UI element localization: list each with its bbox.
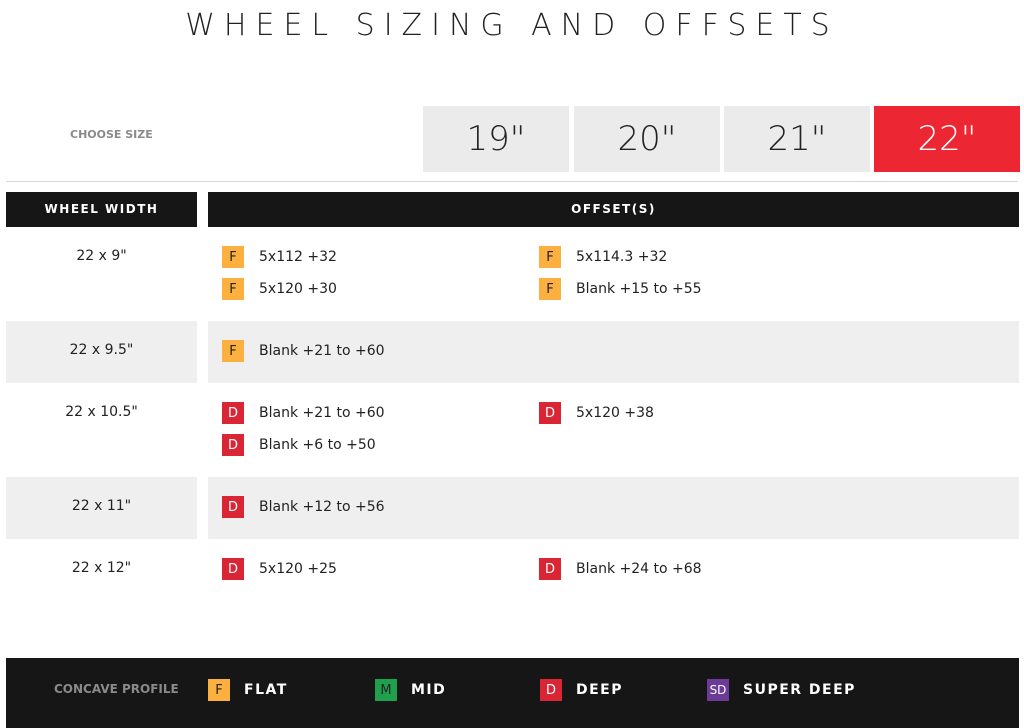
offset-item: D Blank +21 to +60 [222, 402, 385, 424]
table-row: 22 x 12" D 5x120 +25 D Blank +24 to +68 [0, 539, 1024, 601]
legend-super-deep: SD SUPER DEEP [707, 679, 856, 701]
mid-badge: M [375, 679, 397, 701]
deep-badge: D [222, 434, 244, 456]
size-button-19[interactable]: 19" [423, 106, 569, 172]
concave-profile-label: CONCAVE PROFILE [54, 682, 179, 696]
legend-flat: F FLAT [208, 679, 288, 701]
deep-badge: D [222, 558, 244, 580]
offset-value: Blank +21 to +60 [259, 405, 385, 421]
super-deep-badge: SD [707, 679, 729, 701]
choose-size-label: CHOOSE SIZE [70, 128, 153, 141]
flat-badge: F [539, 278, 561, 300]
table-row: 22 x 9" F 5x112 +32 F 5x114.3 +32 F 5x12… [0, 227, 1024, 321]
deep-badge: D [222, 496, 244, 518]
legend-mid: M MID [375, 679, 446, 701]
offset-item: D Blank +12 to +56 [222, 496, 385, 518]
deep-badge: D [222, 402, 244, 424]
offset-value: Blank +12 to +56 [259, 499, 385, 515]
table-row: 22 x 10.5" D Blank +21 to +60 D 5x120 +3… [0, 383, 1024, 477]
legend-deep: D DEEP [540, 679, 623, 701]
offset-value: 5x114.3 +32 [576, 249, 668, 265]
size-selector: CHOOSE SIZE 19" 20" 21" 22" [0, 106, 1024, 172]
table-row: 22 x 9.5" F Blank +21 to +60 [0, 321, 1024, 383]
offset-value: Blank +24 to +68 [576, 561, 702, 577]
offset-value: 5x112 +32 [259, 249, 337, 265]
concave-profile-legend: CONCAVE PROFILE F FLAT M MID D DEEP SD S… [6, 658, 1019, 728]
legend-flat-label: FLAT [244, 682, 288, 698]
offset-value: Blank +21 to +60 [259, 343, 385, 359]
size-button-21[interactable]: 21" [724, 106, 870, 172]
flat-badge: F [208, 679, 230, 701]
offset-value: Blank +15 to +55 [576, 281, 702, 297]
offset-item: F Blank +15 to +55 [539, 278, 702, 300]
page-title: WHEEL SIZING AND OFFSETS [185, 8, 839, 43]
legend-super-deep-label: SUPER DEEP [743, 682, 856, 698]
offset-value: 5x120 +30 [259, 281, 337, 297]
offset-item: D 5x120 +25 [222, 558, 337, 580]
offset-value: Blank +6 to +50 [259, 437, 376, 453]
wheel-width-cell: 22 x 10.5" [65, 404, 138, 420]
deep-badge: D [539, 558, 561, 580]
table-row: 22 x 11" D Blank +12 to +56 [0, 477, 1024, 539]
offset-item: D 5x120 +38 [539, 402, 654, 424]
size-button-22[interactable]: 22" [874, 106, 1020, 172]
offset-item: F Blank +21 to +60 [222, 340, 385, 362]
wheel-width-cell: 22 x 9.5" [69, 342, 134, 358]
legend-deep-label: DEEP [576, 682, 624, 698]
deep-badge: D [540, 679, 562, 701]
offset-item: F 5x112 +32 [222, 246, 337, 268]
offset-item: D Blank +24 to +68 [539, 558, 702, 580]
header-offsets: OFFSET(S) [208, 192, 1019, 227]
legend-mid-label: MID [411, 682, 447, 698]
wheel-width-cell: 22 x 9" [76, 248, 127, 264]
offset-item: D Blank +6 to +50 [222, 434, 376, 456]
flat-badge: F [222, 246, 244, 268]
flat-badge: F [222, 278, 244, 300]
divider [6, 181, 1018, 182]
wheel-width-cell: 22 x 11" [71, 498, 132, 514]
flat-badge: F [539, 246, 561, 268]
wheel-width-cell: 22 x 12" [71, 560, 132, 576]
offset-value: 5x120 +25 [259, 561, 337, 577]
offset-item: F 5x114.3 +32 [539, 246, 668, 268]
offset-value: 5x120 +38 [576, 405, 654, 421]
flat-badge: F [222, 340, 244, 362]
deep-badge: D [539, 402, 561, 424]
size-button-20[interactable]: 20" [574, 106, 720, 172]
header-wheel-width: WHEEL WIDTH [6, 192, 197, 227]
offset-item: F 5x120 +30 [222, 278, 337, 300]
